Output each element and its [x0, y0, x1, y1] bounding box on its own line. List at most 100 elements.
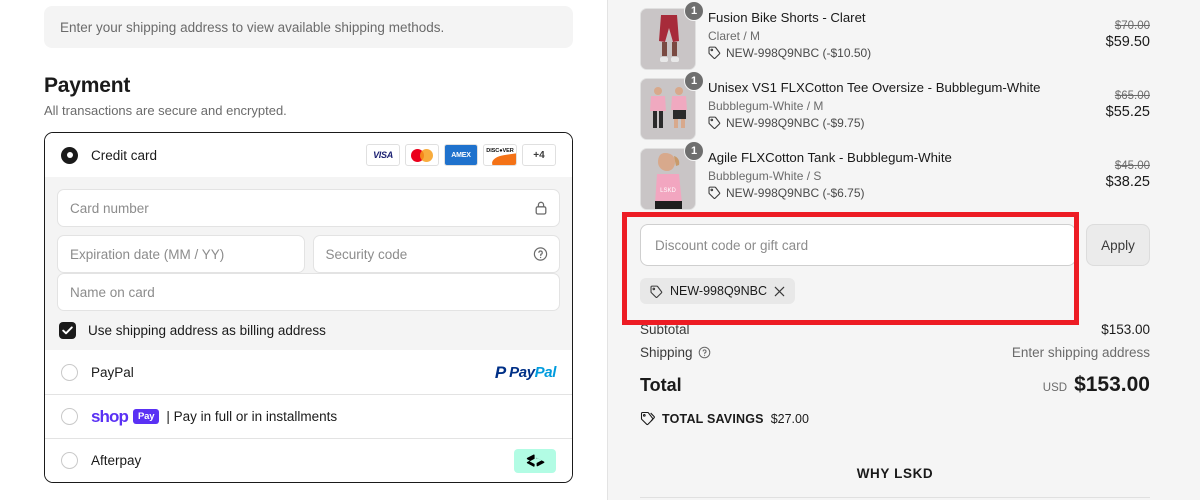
apply-discount-button[interactable]: Apply — [1086, 224, 1150, 266]
paypal-logo-pay: Pay — [509, 363, 535, 381]
total-savings-label: TOTAL SAVINGS — [662, 411, 764, 426]
name-on-card-input[interactable]: Name on card — [57, 273, 560, 311]
discover-icon: DISC●VER — [483, 144, 517, 166]
payment-option-shop-pay[interactable]: shop Pay | Pay in full or in installment… — [45, 394, 572, 438]
subtotal-value: $153.00 — [1101, 322, 1150, 337]
shop-pay-description: | Pay in full or in installments — [166, 409, 338, 424]
payment-option-afterpay[interactable]: Afterpay — [45, 438, 572, 482]
remove-discount-close-icon[interactable] — [774, 286, 785, 297]
line-item-discount-text: NEW-998Q9NBC (-$10.50) — [726, 45, 872, 60]
shipping-row: Shipping Enter shipping address — [640, 341, 1150, 364]
product-thumbnail-wrap: 1 — [640, 1, 704, 70]
total-savings-row: TOTAL SAVINGS $27.00 — [640, 411, 1150, 426]
quantity-badge: 1 — [684, 1, 704, 21]
expiration-date-input[interactable]: Expiration date (MM / YY) — [57, 235, 305, 273]
name-on-card-placeholder: Name on card — [70, 284, 155, 300]
radio-credit-card[interactable] — [61, 146, 78, 164]
paypal-logo-pal: Pal — [534, 363, 557, 381]
applied-discount-code: NEW-998Q9NBC — [670, 284, 768, 298]
payment-option-label-afterpay: Afterpay — [91, 453, 142, 468]
card-number-input[interactable]: Card number — [57, 189, 560, 227]
paypal-icon: P Pay Pal — [494, 362, 557, 382]
more-cards-badge[interactable]: +4 — [522, 144, 556, 166]
shipping-label: Shipping — [640, 345, 693, 360]
total-value: $153.00 — [1074, 373, 1150, 396]
line-item-discount: NEW-998Q9NBC (-$6.75) — [708, 186, 1096, 200]
radio-shop-pay[interactable] — [61, 408, 78, 425]
card-expiry-security-row: Expiration date (MM / YY) Security code — [57, 235, 560, 273]
product-variant: Claret / M — [708, 28, 761, 43]
checkout-form-panel: Enter your shipping address to view avai… — [0, 0, 608, 500]
shipping-label-wrap: Shipping — [640, 345, 711, 360]
lock-icon — [534, 201, 548, 216]
why-section: WHY LSKD — [640, 426, 1150, 498]
savings-tag-icon — [640, 411, 655, 426]
paypal-mark-icon: P — [494, 362, 507, 382]
payment-option-credit-card[interactable]: Credit card VISA AMEX DISC●VER +4 — [45, 133, 572, 177]
billing-checkbox-label: Use shipping address as billing address — [88, 323, 326, 338]
currency-label: USD — [1042, 382, 1068, 394]
line-item-discount: NEW-998Q9NBC (-$9.75) — [708, 116, 1096, 130]
quantity-badge: 1 — [684, 71, 704, 91]
subtotal-row: Subtotal $153.00 — [640, 318, 1150, 341]
product-title: Fusion Bike Shorts - Claret — [708, 10, 866, 25]
quantity-badge: 1 — [684, 141, 704, 161]
discount-input-placeholder: Discount code or gift card — [655, 237, 809, 253]
billing-address-checkbox-row[interactable]: Use shipping address as billing address — [57, 322, 560, 339]
line-item-details: Unisex VS1 FLXCotton Tee Oversize - Bubb… — [708, 78, 1096, 130]
line-item-discount: NEW-998Q9NBC (-$10.50) — [708, 46, 1096, 60]
product-variant: Bubblegum-White / M — [708, 98, 824, 113]
mastercard-icon — [405, 144, 439, 166]
security-code-placeholder: Security code — [325, 246, 408, 262]
apply-button-label: Apply — [1101, 237, 1135, 253]
discount-section: Discount code or gift card Apply NEW-998… — [640, 210, 1150, 314]
payment-option-label-credit-card: Credit card — [91, 147, 158, 163]
order-line-item: LSKD 1 Agile FLXCotton Tank - Bubblegum-… — [640, 140, 1150, 210]
card-number-placeholder: Card number — [70, 200, 149, 216]
total-label: Total — [640, 374, 682, 395]
original-price: $70.00 — [1114, 20, 1150, 32]
afterpay-icon — [514, 448, 556, 473]
original-price: $65.00 — [1114, 90, 1150, 102]
product-thumbnail-wrap: LSKD 1 — [640, 141, 704, 210]
line-item-discount-text: NEW-998Q9NBC (-$6.75) — [726, 185, 865, 200]
tag-icon — [708, 116, 721, 130]
line-item-prices: $45.00 $38.25 — [1096, 148, 1150, 190]
line-item-details: Agile FLXCotton Tank - Bubblegum-White B… — [708, 148, 1096, 200]
shipping-notice-text: Enter your shipping address to view avai… — [60, 19, 445, 35]
original-price: $45.00 — [1114, 160, 1150, 172]
discounted-price: $59.50 — [1105, 34, 1150, 50]
help-circle-icon[interactable] — [698, 346, 711, 359]
amex-icon: AMEX — [444, 144, 478, 166]
order-summary-panel: 1 Fusion Bike Shorts - Claret Claret / M… — [608, 0, 1200, 500]
radio-paypal[interactable] — [61, 363, 78, 381]
discount-code-input[interactable]: Discount code or gift card — [640, 224, 1076, 266]
shop-pay-brand: shop — [91, 406, 129, 426]
payment-subtitle: All transactions are secure and encrypte… — [44, 103, 287, 118]
card-brand-icons: VISA AMEX DISC●VER +4 — [366, 144, 556, 166]
shipping-notice: Enter your shipping address to view avai… — [44, 6, 573, 48]
svg-text:LSKD: LSKD — [660, 188, 676, 194]
expiration-placeholder: Expiration date (MM / YY) — [70, 246, 225, 262]
total-right: USD $153.00 — [1043, 373, 1150, 397]
payment-option-paypal[interactable]: PayPal P Pay Pal — [45, 350, 572, 394]
checkbox-use-shipping-as-billing[interactable] — [59, 322, 76, 339]
product-thumbnail-wrap: 1 — [640, 71, 704, 140]
radio-afterpay[interactable] — [61, 452, 78, 469]
total-row: Total USD $153.00 — [640, 367, 1150, 403]
discounted-price: $38.25 — [1105, 174, 1150, 190]
line-item-prices: $65.00 $55.25 — [1096, 78, 1150, 120]
credit-card-form: Card number Expiration date (MM / YY) Se… — [45, 177, 572, 350]
security-code-input[interactable]: Security code — [312, 235, 560, 273]
order-line-item: 1 Unisex VS1 FLXCotton Tee Oversize - Bu… — [640, 70, 1150, 140]
line-item-prices: $70.00 $59.50 — [1096, 8, 1150, 50]
why-section-title: WHY LSKD — [856, 466, 934, 481]
visa-icon: VISA — [366, 144, 400, 166]
discounted-price: $55.25 — [1105, 104, 1150, 120]
product-title: Unisex VS1 FLXCotton Tee Oversize - Bubb… — [708, 80, 1041, 95]
payment-methods-box: Credit card VISA AMEX DISC●VER +4 Card n… — [44, 132, 573, 483]
shop-pay-icon: shop Pay | Pay in full or in installment… — [91, 407, 337, 427]
help-circle-icon[interactable] — [533, 247, 548, 262]
shop-pay-badge: Pay — [133, 409, 160, 424]
order-totals: Subtotal $153.00 Shipping Enter shipping… — [640, 314, 1150, 426]
